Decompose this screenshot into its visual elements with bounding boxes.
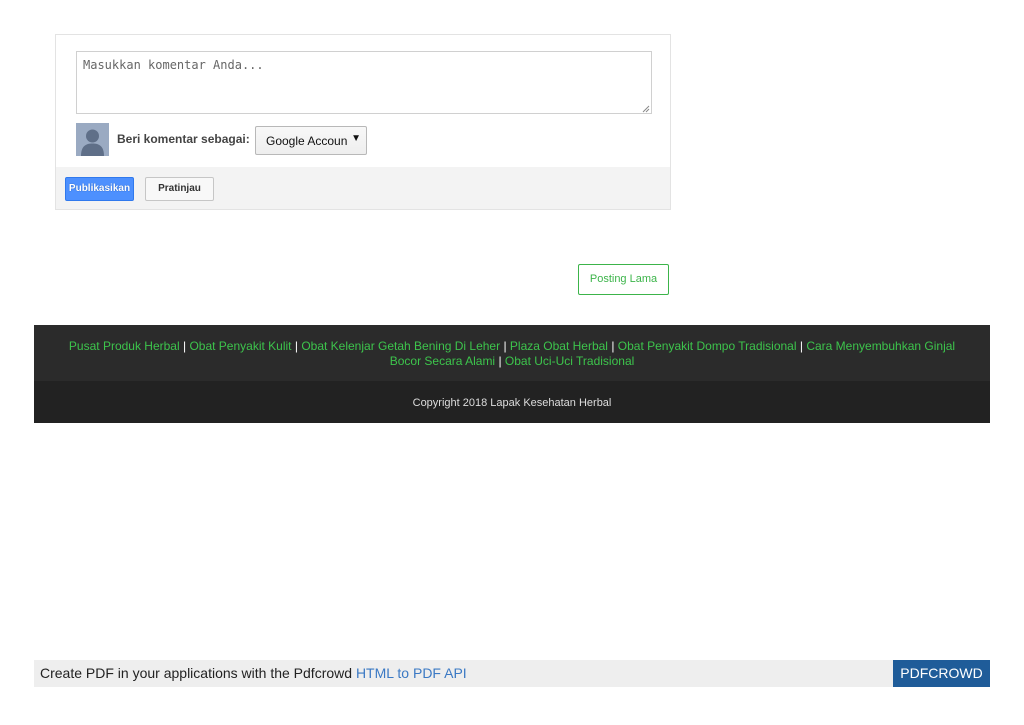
pdf-banner-text: Create PDF in your applications with the… <box>40 665 467 681</box>
pdfcrowd-badge[interactable]: PDFCROWD <box>893 660 990 687</box>
account-select[interactable]: Google Accoun ▼ <box>255 126 367 155</box>
footer-link[interactable]: Plaza Obat Herbal <box>510 339 608 353</box>
html-to-pdf-link[interactable]: HTML to PDF API <box>356 665 467 681</box>
publish-button[interactable]: Publikasikan <box>65 177 134 201</box>
copyright-text: Copyright 2018 Lapak Kesehatan Herbal <box>34 381 990 423</box>
footer-link[interactable]: Obat Kelenjar Getah Bening Di Leher <box>301 339 500 353</box>
footer-link[interactable]: Obat Penyakit Kulit <box>189 339 291 353</box>
comment-action-bar: Publikasikan Pratinjau <box>56 167 670 209</box>
resize-handle-icon[interactable] <box>642 105 650 113</box>
dropdown-arrow-icon: ▼ <box>351 133 361 144</box>
avatar <box>76 123 109 156</box>
comment-as-label: Beri komentar sebagai: <box>117 132 250 146</box>
preview-button[interactable]: Pratinjau <box>145 177 214 201</box>
pdf-banner-message: Create PDF in your applications with the… <box>40 665 356 681</box>
footer-link[interactable]: Obat Uci-Uci Tradisional <box>505 354 634 368</box>
older-posts-button[interactable]: Posting Lama <box>578 264 669 295</box>
account-select-value: Google Accoun <box>266 134 348 148</box>
pdf-banner: Create PDF in your applications with the… <box>34 660 990 687</box>
user-silhouette-icon <box>76 123 109 156</box>
comment-form: Beri komentar sebagai: Google Accoun ▼ P… <box>55 34 671 210</box>
page: Beri komentar sebagai: Google Accoun ▼ P… <box>0 0 1024 725</box>
footer-links: Pusat Produk Herbal | Obat Penyakit Kuli… <box>34 325 990 381</box>
comment-textarea[interactable] <box>76 51 652 114</box>
footer-link[interactable]: Pusat Produk Herbal <box>69 339 180 353</box>
footer-link[interactable]: Obat Penyakit Dompo Tradisional <box>618 339 797 353</box>
